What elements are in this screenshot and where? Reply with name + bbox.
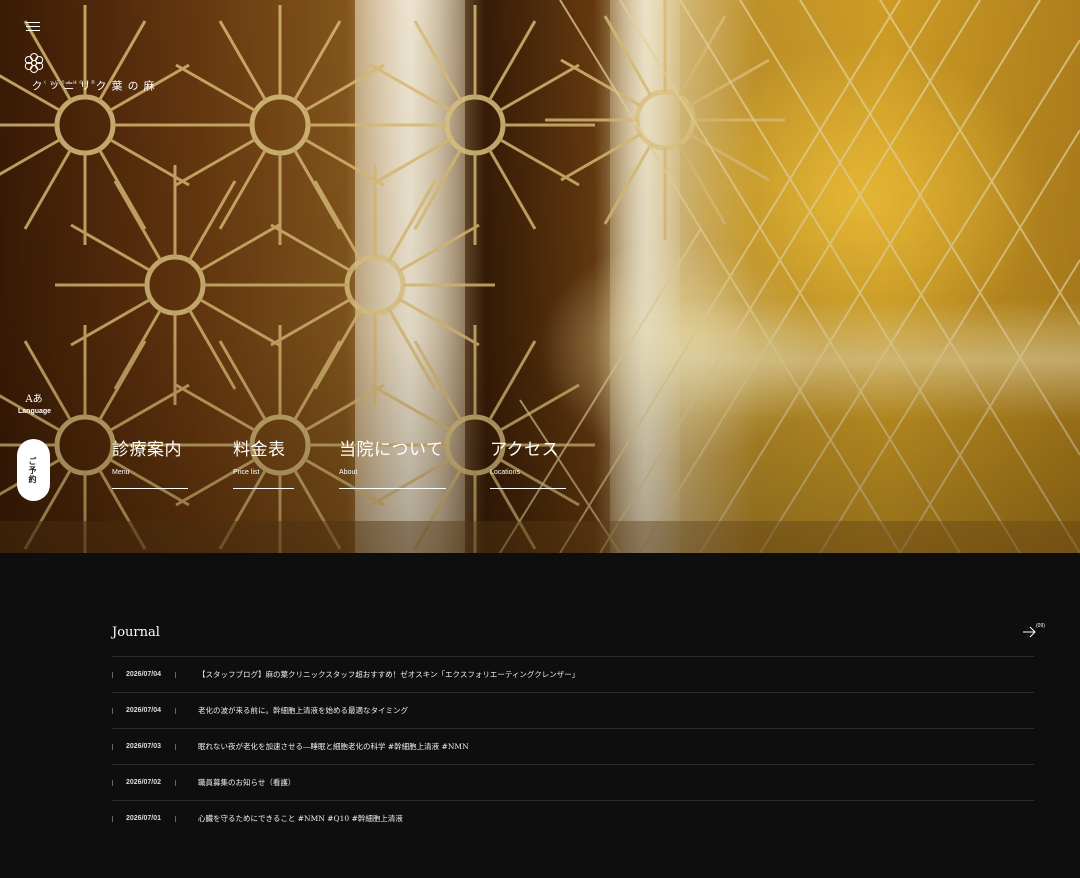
journal-item[interactable]: 2026/07/02 職員募集のお知らせ（看護）	[112, 764, 1034, 800]
hero-nav-locations[interactable]: アクセス Locations	[490, 440, 566, 489]
journal-item-title: 眠れない夜が老化を加速させる―睡眠と細胞老化の科学 #幹細胞上清液 #NMN	[198, 742, 469, 751]
language-switcher[interactable]: Aあ Language	[18, 394, 52, 415]
logo-text: 麻の葉クリニック	[30, 80, 155, 94]
journal-list: 2026/07/04 【スタッフブログ】麻の葉クリニックスタッフ超おすすめ！ゼオ…	[112, 656, 1034, 836]
divider	[175, 708, 176, 714]
hero-nav-underline	[490, 488, 566, 489]
divider	[175, 744, 176, 750]
journal-item-title: 【スタッフブログ】麻の葉クリニックスタッフ超おすすめ！ゼオスキン「エクスフォリエ…	[198, 670, 580, 679]
hero-nav-label-en: Price list	[233, 469, 260, 476]
journal-item-date: 2026/07/04	[126, 671, 162, 678]
hamburger-menu-icon[interactable]	[26, 20, 40, 32]
journal-item[interactable]: 2026/07/04 【スタッフブログ】麻の葉クリニックスタッフ超おすすめ！ゼオ…	[112, 656, 1034, 692]
hero-nav-label-en: Locations	[490, 469, 520, 476]
journal-item[interactable]: 2026/07/04 老化の波が来る前に。幹細胞上清液を始める最適なタイミング	[112, 692, 1034, 728]
asanoha-flower-icon	[24, 53, 44, 73]
journal-item-date: 2026/07/04	[126, 707, 162, 714]
hero-nav-underline	[339, 488, 446, 489]
hero-nav-label-en: Menu	[112, 469, 130, 476]
hero-nav-label-jp: 料金表	[233, 440, 286, 460]
language-icon: Aあ	[25, 394, 43, 405]
language-label: Language	[18, 408, 52, 415]
hero-nav-label-en: About	[339, 469, 358, 476]
divider	[175, 780, 176, 786]
journal-item-title: 心臓を守るためにできること #NMN #Q10 #幹細胞上清液	[198, 814, 403, 823]
divider	[175, 816, 176, 822]
divider	[112, 744, 113, 750]
hero-nav-label-jp: 診療案内	[112, 440, 182, 460]
journal-heading: Journal	[112, 625, 160, 640]
divider	[112, 780, 113, 786]
divider	[112, 816, 113, 822]
hero-nav-price-list[interactable]: 料金表 Price list	[233, 440, 294, 489]
journal-item-date: 2026/07/01	[126, 815, 162, 822]
hero-nav-underline	[112, 488, 188, 489]
reserve-label: ご予約	[28, 456, 38, 484]
journal-item-title: 職員募集のお知らせ（看護）	[198, 778, 296, 787]
journal-item-title: 老化の波が来る前に。幹細胞上清液を始める最適なタイミング	[198, 706, 408, 715]
journal-item[interactable]: 2026/07/03 眠れない夜が老化を加速させる―睡眠と細胞老化の科学 #幹細…	[112, 728, 1034, 764]
divider	[112, 708, 113, 714]
clinic-logo[interactable]: あさのはくりにっく 麻の葉クリニック	[22, 52, 155, 94]
journal-item-date: 2026/07/03	[126, 743, 162, 750]
hero-nav-about[interactable]: 当院について About	[339, 440, 446, 489]
divider	[112, 672, 113, 678]
hero-nav-label-jp: アクセス	[490, 440, 560, 460]
journal-item[interactable]: 2026/07/01 心臓を守るためにできること #NMN #Q10 #幹細胞上…	[112, 800, 1034, 836]
reserve-button[interactable]: ご予約	[17, 439, 50, 501]
divider	[175, 672, 176, 678]
hero-nav-label-jp: 当院について	[339, 440, 444, 460]
journal-item-date: 2026/07/02	[126, 779, 162, 786]
hero-nav-menu[interactable]: 診療案内 Menu	[112, 440, 188, 489]
journal-count: (09)	[1036, 623, 1045, 629]
hero-nav-underline	[233, 488, 294, 489]
